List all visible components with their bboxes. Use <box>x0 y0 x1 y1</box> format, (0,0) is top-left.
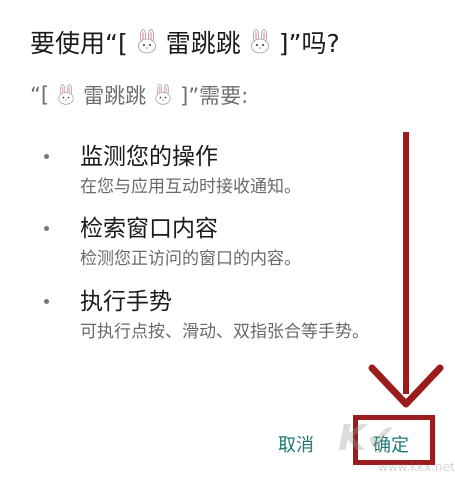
bullet-dot <box>44 154 49 159</box>
title-prefix: 要使用“[ <box>30 29 128 58</box>
ok-button-highlight-annotation <box>353 415 435 465</box>
dialog-subtitle: “[ 雷跳跳 ]”需要: <box>30 80 248 110</box>
bullet-dot <box>44 299 49 304</box>
accessibility-permission-dialog: 要使用“[ 雷跳跳 ]”吗? “[雷跳跳]”需要: 监测您的操作 在您与应用… <box>0 0 455 480</box>
permission-title: 执行手势 <box>80 289 172 315</box>
subtitle-app-name: 雷跳跳 <box>83 84 147 108</box>
permission-description: 在您与应用互动时接收通知。 <box>80 177 301 197</box>
dialog-title: 要使用“[ 雷跳跳 ]”吗? <box>30 24 340 60</box>
cancel-button[interactable]: 取消 <box>278 431 314 457</box>
permission-title: 检索窗口内容 <box>80 216 218 242</box>
permission-item-perform-gestures: 执行手势 可执行点按、滑动、双指张合等手势。 <box>44 287 420 346</box>
rabbit-face-icon <box>250 29 269 54</box>
rabbit-face-icon <box>155 84 171 105</box>
title-suffix: ]”吗? <box>278 29 340 58</box>
subtitle-suffix: ]”需要: <box>180 84 249 108</box>
subtitle-prefix: “[ <box>30 83 50 107</box>
rabbit-face-icon <box>58 84 74 105</box>
permission-description: 可执行点按、滑动、双指张合等手势。 <box>80 322 369 342</box>
permission-item-retrieve-window-content: 检索窗口内容 检测您正访问的窗口的内容。 <box>44 214 420 273</box>
permission-description: 检测您正访问的窗口的内容。 <box>80 249 301 269</box>
title-app-name: 雷跳跳 <box>165 29 241 58</box>
permission-title: 监测您的操作 <box>80 144 218 170</box>
permission-item-monitor-actions: 监测您的操作 在您与应用互动时接收通知。 <box>44 142 420 201</box>
rabbit-face-icon <box>137 29 156 54</box>
bullet-dot <box>44 226 49 231</box>
